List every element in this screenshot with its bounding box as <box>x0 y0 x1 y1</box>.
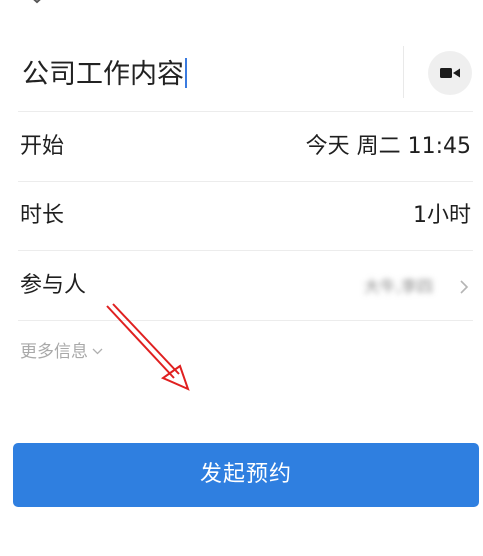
duration-row[interactable]: 时长 1小时 <box>0 183 483 251</box>
start-time-row[interactable]: 开始 今天 周二 11:45 <box>0 114 483 182</box>
text-cursor <box>185 58 187 88</box>
divider <box>18 320 473 321</box>
meeting-title-row: 公司工作内容 <box>0 40 483 112</box>
participants-value: 大牛,李四 <box>363 277 433 296</box>
divider <box>18 181 473 182</box>
vertical-divider <box>403 46 404 98</box>
divider <box>18 111 473 112</box>
video-camera-icon <box>440 68 460 78</box>
chevron-right-icon <box>460 280 469 294</box>
annotation-arrow-icon <box>106 303 190 391</box>
start-time-label: 开始 <box>20 134 65 159</box>
duration-label: 时长 <box>20 203 65 228</box>
more-info-toggle[interactable]: 更多信息 <box>20 339 103 365</box>
duration-value: 1小时 <box>413 203 471 228</box>
video-toggle-button[interactable] <box>428 51 472 95</box>
schedule-meeting-button[interactable]: 发起预约 <box>13 443 479 507</box>
meeting-title-text: 公司工作内容 <box>22 59 184 90</box>
chevron-down-icon[interactable] <box>24 0 50 8</box>
more-info-label: 更多信息 <box>20 342 88 362</box>
divider <box>18 250 473 251</box>
meeting-title-input[interactable]: 公司工作内容 <box>22 55 187 95</box>
start-time-value: 今天 周二 11:45 <box>305 134 471 159</box>
participants-label: 参与人 <box>20 273 87 298</box>
participants-row[interactable]: 参与人 大牛,李四 <box>0 253 483 321</box>
